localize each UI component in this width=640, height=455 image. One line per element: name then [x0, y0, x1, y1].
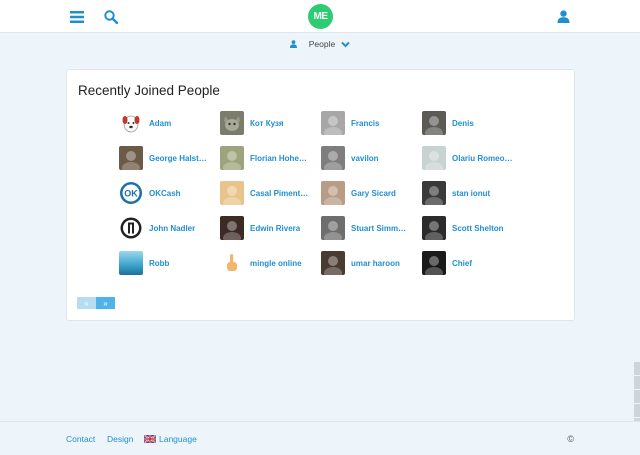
footer: Contact Design Language © — [0, 421, 640, 455]
person-item[interactable]: OK OKCash — [119, 180, 219, 206]
person-item[interactable]: Adam — [119, 110, 219, 136]
avatar[interactable]: OK — [119, 181, 143, 205]
person-item[interactable]: Stuart Simm… — [321, 215, 421, 241]
person-item[interactable]: stan ionut — [422, 180, 522, 206]
panel-title: Recently Joined People — [78, 83, 220, 98]
person-name[interactable]: Кот Кузя — [250, 119, 284, 128]
uk-flag-icon — [144, 435, 156, 443]
person-name[interactable]: umar haroon — [351, 259, 400, 268]
avatar[interactable] — [220, 111, 244, 135]
avatar[interactable] — [119, 216, 143, 240]
section-switcher: People — [0, 34, 640, 54]
person-item[interactable]: Кот Кузя — [220, 110, 320, 136]
person-name[interactable]: Denis — [452, 119, 474, 128]
person-item[interactable]: mingle online — [220, 250, 320, 276]
person-name[interactable]: Scott Shelton — [452, 224, 504, 233]
person-name[interactable]: John Nadler — [149, 224, 195, 233]
person-name[interactable]: mingle online — [250, 259, 302, 268]
design-link[interactable]: Design — [107, 434, 133, 444]
person-item[interactable]: Gary Sicard — [321, 180, 421, 206]
avatar[interactable] — [119, 146, 143, 170]
avatar[interactable] — [220, 216, 244, 240]
copyright: © — [567, 434, 574, 444]
person-item[interactable]: Denis — [422, 110, 522, 136]
menu-icon[interactable] — [66, 0, 88, 33]
section-label[interactable]: People — [309, 39, 335, 49]
next-page-button[interactable]: » — [96, 297, 115, 309]
svg-text:OK: OK — [124, 189, 138, 199]
person-item[interactable]: Francis — [321, 110, 421, 136]
avatar[interactable] — [422, 216, 446, 240]
person-name[interactable]: Francis — [351, 119, 379, 128]
person-item[interactable]: Olariu Romeo… — [422, 145, 522, 171]
avatar[interactable] — [220, 251, 244, 275]
avatar[interactable] — [119, 251, 143, 275]
side-tab[interactable] — [634, 376, 640, 389]
search-icon[interactable] — [100, 0, 122, 33]
person-name[interactable]: Chief — [452, 259, 472, 268]
person-name[interactable]: George Halst… — [149, 154, 207, 163]
person-icon — [289, 40, 297, 48]
user-icon[interactable] — [552, 0, 574, 33]
site-logo[interactable]: ME — [308, 4, 333, 29]
people-grid: Adam Кот Кузя Francis Denis George Halst… Flo… — [119, 110, 539, 290]
person-item[interactable]: Florian Hohe… — [220, 145, 320, 171]
avatar[interactable] — [321, 216, 345, 240]
person-item[interactable]: Chief — [422, 250, 522, 276]
contact-link[interactable]: Contact — [66, 434, 95, 444]
chevron-down-icon[interactable] — [341, 41, 350, 48]
recently-joined-panel: Recently Joined People Adam Кот Кузя Franc… — [66, 69, 575, 321]
person-name[interactable]: Gary Sicard — [351, 189, 396, 198]
side-tab[interactable] — [634, 404, 640, 417]
language-label: Language — [159, 434, 197, 444]
person-name[interactable]: Florian Hohe… — [250, 154, 307, 163]
avatar[interactable] — [321, 146, 345, 170]
person-item[interactable]: Edwin Rivera — [220, 215, 320, 241]
side-tab[interactable] — [634, 390, 640, 403]
person-name[interactable]: Adam — [149, 119, 171, 128]
person-name[interactable]: Robb — [149, 259, 169, 268]
person-name[interactable]: vavilon — [351, 154, 379, 163]
avatar[interactable] — [321, 181, 345, 205]
person-item[interactable]: John Nadler — [119, 215, 219, 241]
avatar[interactable] — [321, 111, 345, 135]
avatar[interactable] — [321, 251, 345, 275]
person-name[interactable]: Casal Piment… — [250, 189, 308, 198]
top-navbar: ME — [0, 0, 640, 33]
person-name[interactable]: stan ionut — [452, 189, 490, 198]
avatar[interactable] — [422, 181, 446, 205]
avatar[interactable] — [119, 111, 143, 135]
person-item[interactable]: vavilon — [321, 145, 421, 171]
avatar[interactable] — [422, 111, 446, 135]
pagination: « » — [77, 297, 115, 309]
avatar[interactable] — [422, 251, 446, 275]
person-name[interactable]: Edwin Rivera — [250, 224, 300, 233]
person-item[interactable]: Casal Piment… — [220, 180, 320, 206]
language-link[interactable]: Language — [144, 434, 197, 444]
avatar[interactable] — [422, 146, 446, 170]
person-item[interactable]: George Halst… — [119, 145, 219, 171]
avatar[interactable] — [220, 181, 244, 205]
person-name[interactable]: Stuart Simm… — [351, 224, 406, 233]
prev-page-button[interactable]: « — [77, 297, 96, 309]
person-item[interactable]: Scott Shelton — [422, 215, 522, 241]
person-item[interactable]: umar haroon — [321, 250, 421, 276]
person-name[interactable]: OKCash — [149, 189, 181, 198]
avatar[interactable] — [220, 146, 244, 170]
side-tab[interactable] — [634, 362, 640, 375]
person-name[interactable]: Olariu Romeo… — [452, 154, 512, 163]
person-item[interactable]: Robb — [119, 250, 219, 276]
